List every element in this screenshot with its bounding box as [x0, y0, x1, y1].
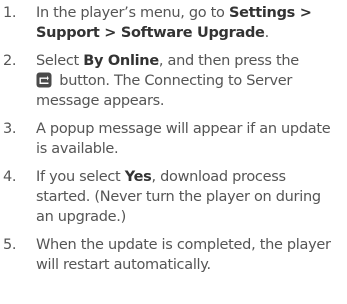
option-by-online: By Online [83, 53, 159, 69]
step-4: 4. If you select Yes, download process s… [0, 167, 347, 227]
step-number: 3. [3, 121, 17, 137]
step-text-before: In the player’s menu, go to [36, 5, 229, 21]
step-text-before: If you select [36, 169, 125, 185]
step-number: 5. [3, 237, 17, 253]
step-number: 4. [3, 169, 17, 185]
step-5: 5. When the update is completed, the pla… [0, 235, 347, 275]
step-text: A popup message will appear if an update… [36, 121, 331, 157]
step-3: 3. A popup message will appear if an upd… [0, 119, 347, 159]
step-number: 1. [3, 5, 17, 21]
step-1: 1. In the player’s menu, go to Settings … [0, 3, 347, 43]
step-text: In the player’s menu, go to Settings > S… [36, 3, 347, 43]
enter-button-icon [36, 72, 52, 88]
option-yes: Yes [124, 169, 152, 185]
step-text-after: button. The Connecting to Server message… [36, 73, 293, 109]
step-2: 2. Select By Online, and then press the … [0, 51, 347, 111]
step-text-middle: , and then press the [158, 53, 299, 69]
step-text-after: . [264, 25, 270, 41]
step-text-before: Select [36, 53, 84, 69]
step-text: Select By Online, and then press the but… [36, 51, 347, 111]
step-text: If you select Yes, download process star… [36, 167, 347, 227]
step-text: When the update is completed, the player… [36, 237, 331, 273]
step-number: 2. [3, 53, 17, 69]
instruction-steps: 1. In the player’s menu, go to Settings … [0, 0, 347, 275]
